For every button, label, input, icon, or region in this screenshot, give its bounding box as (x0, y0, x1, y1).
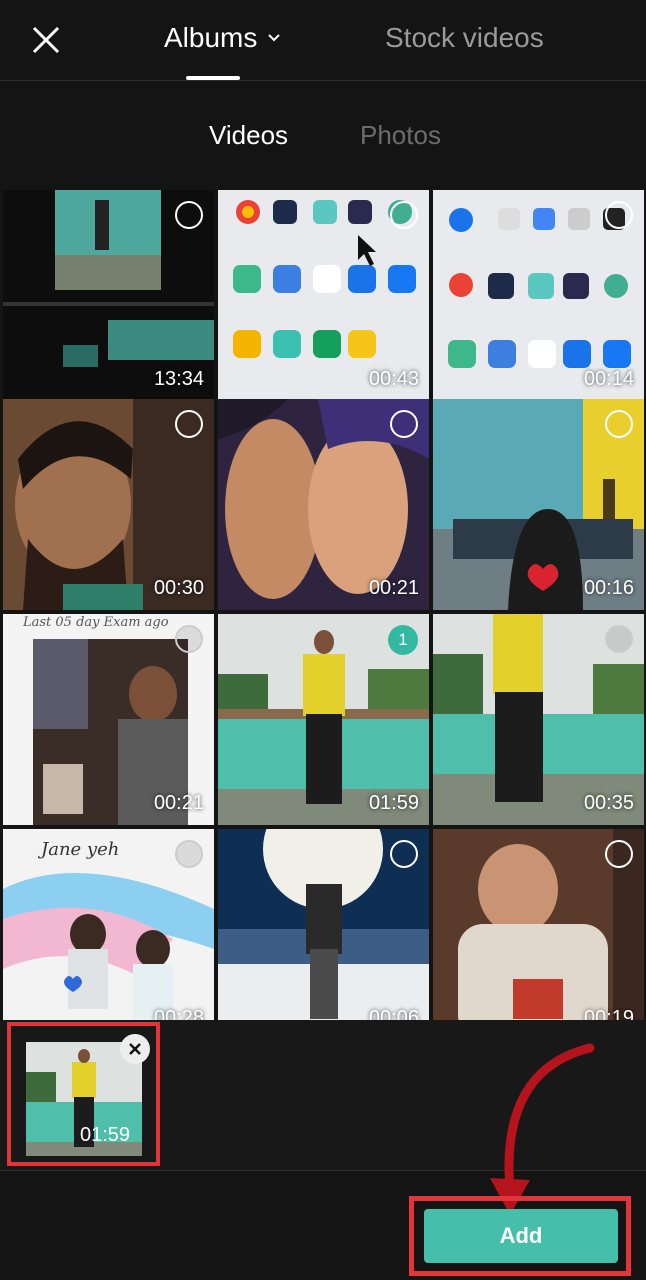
annotation-arrow (490, 1043, 595, 1215)
media-tile[interactable]: 00:16 (433, 399, 644, 610)
video-duration: 01:59 (368, 792, 419, 814)
video-duration: 13:34 (153, 368, 204, 390)
video-duration: 00:19 (583, 1007, 634, 1020)
select-circle[interactable] (605, 410, 633, 438)
tab-photos[interactable]: Photos (360, 120, 441, 151)
media-tile[interactable]: 00:06 (218, 829, 429, 1020)
select-circle[interactable] (175, 410, 203, 438)
add-button[interactable]: Add (424, 1209, 618, 1263)
video-duration: 00:28 (153, 1007, 204, 1020)
video-duration: 00:35 (583, 792, 634, 814)
media-tile[interactable]: 00:30 (3, 399, 214, 610)
video-duration: 00:16 (583, 577, 634, 599)
tab-videos[interactable]: Videos (209, 120, 288, 151)
media-tile[interactable]: 00:43 (218, 190, 429, 401)
media-tile[interactable]: 00:19 (433, 829, 644, 1020)
video-duration: 00:21 (153, 792, 204, 814)
media-tile[interactable]: 00:21 (218, 399, 429, 610)
media-tile[interactable]: 1 01:59 (218, 614, 429, 825)
close-icon (129, 1043, 141, 1055)
media-type-tabs: Videos Photos (0, 120, 646, 160)
chevron-down-icon (268, 34, 281, 42)
select-circle[interactable] (605, 625, 633, 653)
media-grid: 13:34 00:43 00:14 00:30 00:21 00:16 Last… (0, 190, 646, 1020)
select-circle[interactable] (390, 410, 418, 438)
thumbnail-overlay-text: Last 05 day Exam ago (22, 615, 169, 630)
video-duration: 00:43 (368, 368, 419, 390)
media-tile[interactable]: Jane yeh 00:28 (3, 829, 214, 1020)
select-circle[interactable] (605, 201, 633, 229)
select-circle[interactable] (175, 840, 203, 868)
select-circle[interactable] (390, 840, 418, 868)
active-tab-indicator (186, 76, 240, 80)
top-bar: Albums Stock videos (0, 0, 646, 81)
select-circle[interactable] (175, 201, 203, 229)
media-tile[interactable]: 13:34 (3, 190, 214, 401)
media-tile[interactable]: 00:14 (433, 190, 644, 401)
thumbnail-overlay-text: Jane yeh (37, 839, 119, 860)
select-circle[interactable] (605, 840, 633, 868)
remove-selected-button[interactable] (120, 1034, 150, 1064)
close-icon[interactable] (24, 18, 68, 62)
tab-stock-videos[interactable]: Stock videos (385, 22, 544, 54)
media-tile[interactable]: Last 05 day Exam ago 00:21 (3, 614, 214, 825)
video-duration: 00:06 (368, 1007, 419, 1020)
select-circle[interactable] (390, 201, 418, 229)
video-duration: 00:14 (583, 368, 634, 390)
albums-label: Albums (164, 22, 258, 53)
media-tile[interactable]: 00:35 (433, 614, 644, 825)
video-duration: 00:21 (368, 577, 419, 599)
video-duration: 00:30 (153, 577, 204, 599)
selection-number-badge[interactable]: 1 (388, 625, 418, 655)
albums-dropdown[interactable]: Albums (164, 22, 281, 54)
selected-duration: 01:59 (80, 1124, 131, 1146)
select-circle[interactable] (175, 625, 203, 653)
